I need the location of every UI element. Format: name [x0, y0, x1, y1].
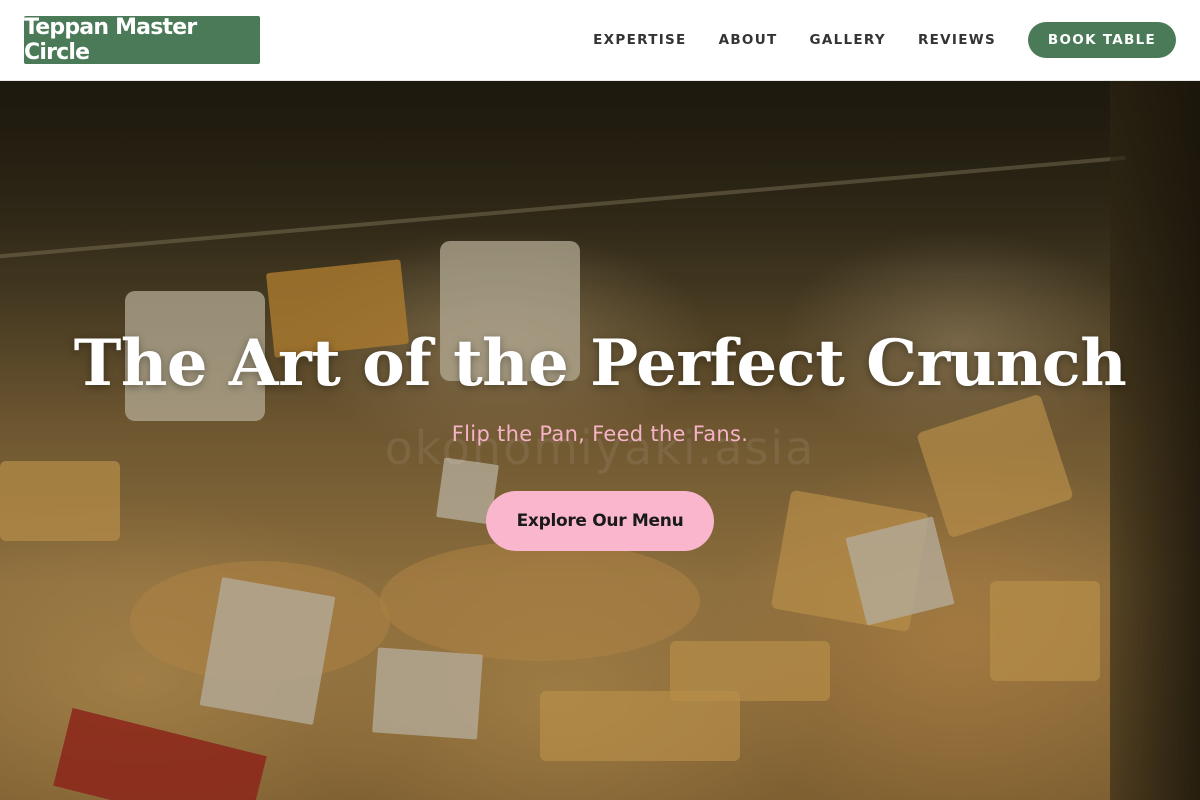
nav-link-about[interactable]: ABOUT: [719, 32, 778, 48]
hero-subtitle: Flip the Pan, Feed the Fans.: [451, 422, 749, 446]
site-logo[interactable]: Teppan Master Circle: [24, 15, 260, 65]
hero-content: okonomiyaki.asia The Art of the Perfect …: [0, 81, 1200, 800]
hero-title: The Art of the Perfect Crunch: [73, 326, 1127, 401]
book-table-button[interactable]: BOOK TABLE: [1028, 22, 1176, 58]
hero-section: okonomiyaki.asia The Art of the Perfect …: [0, 81, 1200, 800]
nav-link-reviews[interactable]: REVIEWS: [918, 32, 996, 48]
main-nav: EXPERTISE ABOUT GALLERY REVIEWS: [593, 32, 996, 48]
site-header: Teppan Master Circle EXPERTISE ABOUT GAL…: [0, 0, 1200, 81]
nav-link-expertise[interactable]: EXPERTISE: [593, 32, 686, 48]
nav-link-gallery[interactable]: GALLERY: [809, 32, 886, 48]
explore-menu-button[interactable]: Explore Our Menu: [486, 491, 714, 551]
